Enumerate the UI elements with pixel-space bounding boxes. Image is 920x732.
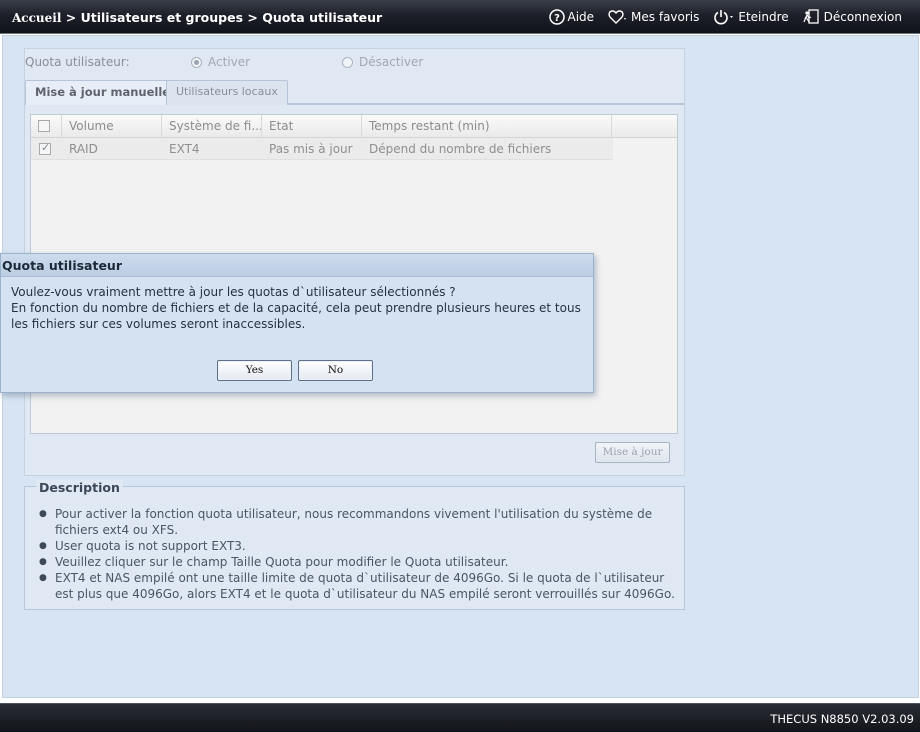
quota-toggle-row: Quota utilisateur: Activer Désactiver xyxy=(25,53,684,73)
version-label: THECUS N8850 V2.03.09 xyxy=(770,712,914,726)
shutdown-menu[interactable]: Eteindre xyxy=(713,9,789,25)
yes-button[interactable]: Yes xyxy=(217,360,292,381)
breadcrumb-path: > Utilisateurs et groupes > Quota utilis… xyxy=(61,10,383,25)
table-row[interactable]: RAID EXT4 Pas mis à jour Dépend du nombr… xyxy=(31,138,613,160)
column-header-empty xyxy=(612,115,677,138)
help-link[interactable]: ? Aide xyxy=(548,9,595,25)
description-list: Pour activer la fonction quota utilisate… xyxy=(39,506,679,602)
svg-text:?: ? xyxy=(554,13,560,24)
quota-label: Quota utilisateur: xyxy=(25,55,130,69)
dialog-question: Voulez-vous vraiment mettre à jour les q… xyxy=(11,285,456,299)
tab-bar: Mise à jour manuelle Utilisateurs locaux xyxy=(25,80,684,105)
footer-bar: THECUS N8850 V2.03.09 xyxy=(0,703,920,732)
breadcrumb: Accueil > Utilisateurs et groupes > Quot… xyxy=(12,10,382,25)
help-icon: ? xyxy=(548,9,565,25)
disable-radio[interactable]: Désactiver xyxy=(342,55,423,69)
header-select-cell xyxy=(31,115,62,138)
cell-volume: RAID xyxy=(69,142,98,156)
logout-label: Déconnexion xyxy=(823,10,902,24)
description-item: Pour activer la fonction quota utilisate… xyxy=(39,506,679,538)
description-title: Description xyxy=(36,480,123,495)
enable-radio-label: Activer xyxy=(208,55,251,69)
favorites-menu[interactable]: Mes favoris xyxy=(608,9,699,25)
description-item: Veuillez cliquer sur le champ Taille Quo… xyxy=(39,554,679,570)
cell-filesystem: EXT4 xyxy=(169,142,200,156)
exit-icon xyxy=(803,9,819,24)
dialog-message: Voulez-vous vraiment mettre à jour les q… xyxy=(11,284,581,332)
description-item: EXT4 et NAS empilé ont une taille limite… xyxy=(39,570,679,602)
top-bar: Accueil > Utilisateurs et groupes > Quot… xyxy=(0,0,920,34)
disable-radio-label: Désactiver xyxy=(359,55,424,69)
column-header-volume[interactable]: Volume xyxy=(62,115,162,138)
column-header-status[interactable]: Etat xyxy=(262,115,362,138)
disable-radio-dot[interactable] xyxy=(342,56,353,68)
description-item: User quota is not support EXT3. xyxy=(39,538,679,554)
favorites-label: Mes favoris xyxy=(631,10,700,24)
dialog-warning: En fonction du nombre de fichiers et de … xyxy=(11,301,581,331)
breadcrumb-home-link[interactable]: Accueil xyxy=(12,11,61,25)
logout-link[interactable]: Déconnexion xyxy=(803,9,902,25)
enable-radio[interactable]: Activer xyxy=(191,55,250,69)
table-header: Volume Système de fi... Etat Temps resta… xyxy=(31,115,677,138)
description-box: Description Pour activer la fonction quo… xyxy=(24,480,685,610)
no-button[interactable]: No xyxy=(298,360,373,381)
update-button[interactable]: Mise à jour xyxy=(595,442,670,463)
enable-radio-dot[interactable] xyxy=(191,56,202,68)
heart-icon xyxy=(608,10,627,24)
help-label: Aide xyxy=(567,10,595,24)
column-header-remaining-time[interactable]: Temps restant (min) xyxy=(362,115,612,138)
cell-remaining-time: Dépend du nombre de fichiers xyxy=(369,142,552,156)
row-checkbox[interactable] xyxy=(39,141,51,155)
tab-manual-update[interactable]: Mise à jour manuelle xyxy=(25,80,181,105)
select-all-checkbox[interactable] xyxy=(38,120,50,132)
cell-status: Pas mis à jour xyxy=(269,142,353,156)
top-nav: ? Aide Mes favoris Eteindre Déconnexion xyxy=(535,9,902,25)
column-header-filesystem[interactable]: Système de fi... xyxy=(162,115,262,138)
shutdown-label: Eteindre xyxy=(738,10,789,24)
dialog-title[interactable]: Quota utilisateur xyxy=(1,254,593,277)
tab-local-users[interactable]: Utilisateurs locaux xyxy=(166,80,288,105)
confirm-dialog: Quota utilisateur Voulez-vous vraiment m… xyxy=(0,253,594,393)
power-icon xyxy=(714,10,734,25)
